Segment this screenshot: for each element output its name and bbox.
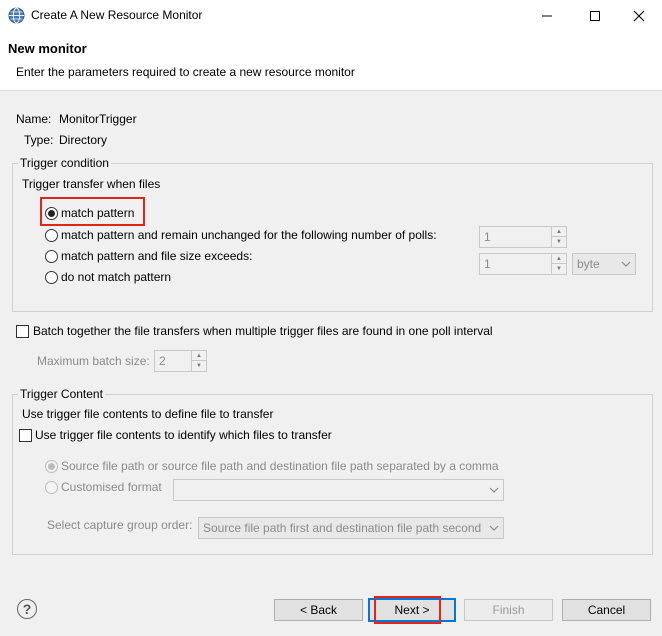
chevron-down-icon <box>621 261 631 267</box>
spin-up-icon[interactable]: ▲ <box>192 351 206 361</box>
minimize-button[interactable] <box>524 0 570 31</box>
not-match-radio[interactable] <box>45 271 58 284</box>
batch-label: Batch together the file transfers when m… <box>33 324 493 338</box>
max-batch-value: 2 <box>159 354 166 368</box>
use-contents-label: Use trigger file contents to identify wh… <box>35 428 332 442</box>
maximize-icon <box>590 10 600 21</box>
custom-format-label: Customised format <box>61 480 162 494</box>
capture-order-value: Source file path first and destination f… <box>203 521 482 535</box>
trigger-condition-subtitle: Trigger transfer when files <box>22 177 161 191</box>
spin-down-icon[interactable]: ▼ <box>192 361 206 371</box>
wizard-header: New monitor Enter the parameters require… <box>0 31 662 91</box>
next-highlight <box>374 596 441 624</box>
title-bar: Create A New Resource Monitor <box>0 0 662 31</box>
app-globe-icon <box>8 7 25 24</box>
name-value: MonitorTrigger <box>59 112 137 126</box>
spin-down-icon[interactable]: ▼ <box>552 237 566 247</box>
match-pattern-label: match pattern <box>61 206 135 220</box>
match-size-radio[interactable] <box>45 250 58 263</box>
spin-down-icon[interactable]: ▼ <box>552 264 566 274</box>
polls-value: 1 <box>484 230 491 244</box>
source-path-radio[interactable] <box>45 460 58 473</box>
capture-order-label: Select capture group order: <box>47 518 193 532</box>
match-unchanged-radio[interactable] <box>45 229 58 242</box>
page-description: Enter the parameters required to create … <box>16 65 355 79</box>
match-size-label: match pattern and file size exceeds: <box>61 249 253 263</box>
minimize-icon <box>542 15 552 16</box>
match-pattern-radio[interactable] <box>45 207 58 220</box>
back-button[interactable]: < Back <box>274 599 363 621</box>
close-icon <box>633 10 645 21</box>
page-title: New monitor <box>8 41 87 56</box>
finish-button[interactable]: Finish <box>464 599 553 621</box>
use-contents-checkbox[interactable] <box>19 429 32 442</box>
cancel-button[interactable]: Cancel <box>562 599 651 621</box>
trigger-condition-title: Trigger condition <box>18 156 111 170</box>
size-unit-select[interactable]: byte <box>572 253 636 275</box>
max-batch-spinner[interactable]: 2 ▲ ▼ <box>154 350 207 372</box>
max-batch-label: Maximum batch size: <box>37 354 150 368</box>
custom-format-select[interactable] <box>173 479 504 501</box>
size-unit-value: byte <box>577 257 600 271</box>
not-match-label: do not match pattern <box>61 270 172 284</box>
help-icon[interactable]: ? <box>17 599 37 619</box>
size-spinner[interactable]: 1 ▲ ▼ <box>479 253 567 275</box>
chevron-down-icon <box>489 525 499 531</box>
spin-up-icon[interactable]: ▲ <box>552 227 566 237</box>
chevron-down-icon <box>489 487 499 493</box>
window-title: Create A New Resource Monitor <box>31 8 203 22</box>
maximize-button[interactable] <box>572 0 618 31</box>
batch-checkbox[interactable] <box>16 325 29 338</box>
name-label: Name: <box>16 112 52 126</box>
trigger-content-title: Trigger Content <box>18 387 105 401</box>
type-label: Type: <box>24 133 54 147</box>
size-value: 1 <box>484 257 491 271</box>
type-value: Directory <box>59 133 108 147</box>
spin-up-icon[interactable]: ▲ <box>552 254 566 264</box>
custom-format-radio[interactable] <box>45 481 58 494</box>
source-path-label: Source file path or source file path and… <box>61 459 499 473</box>
close-button[interactable] <box>616 0 662 31</box>
trigger-content-subtitle: Use trigger file contents to define file… <box>22 407 274 421</box>
match-unchanged-label: match pattern and remain unchanged for t… <box>61 228 437 242</box>
capture-order-select[interactable]: Source file path first and destination f… <box>198 517 504 539</box>
polls-spinner[interactable]: 1 ▲ ▼ <box>479 226 567 248</box>
